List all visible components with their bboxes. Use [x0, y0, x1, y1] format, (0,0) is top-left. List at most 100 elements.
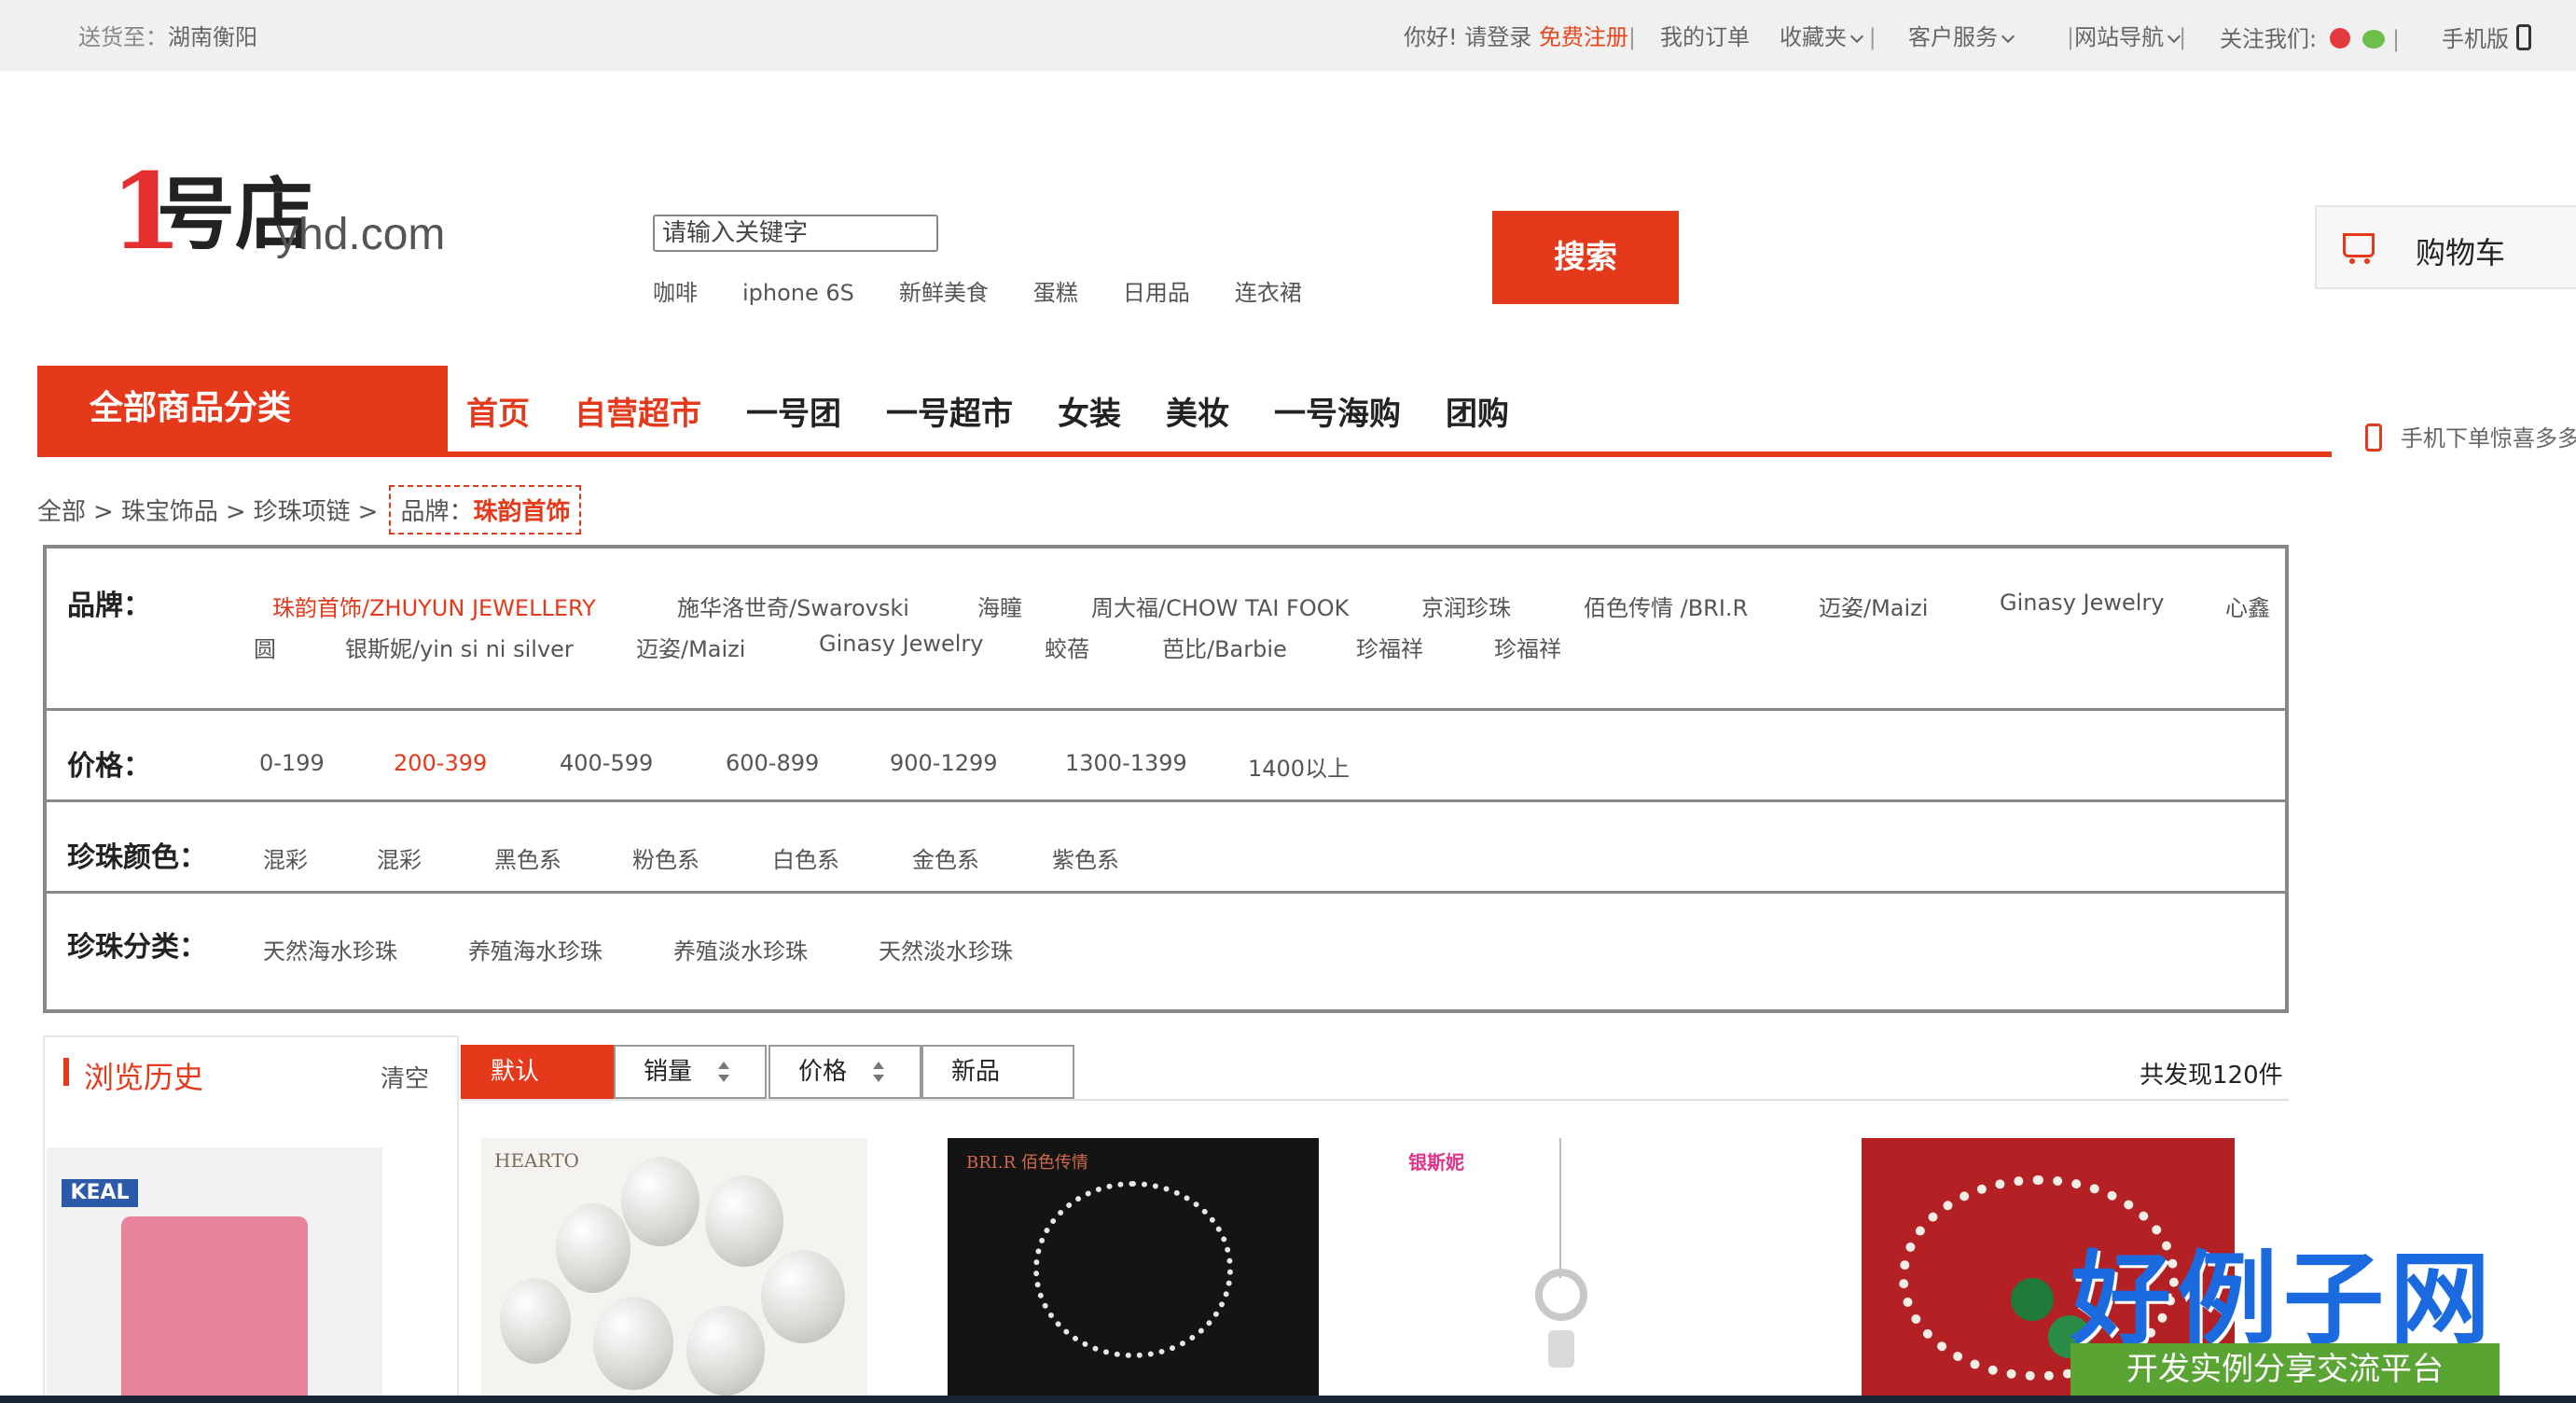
breadcrumb-item[interactable]: 珠宝饰品 [121, 498, 218, 526]
nav-link-supermarket[interactable]: 自营超市 [575, 388, 701, 434]
site-logo[interactable]: 1 号店 yhd.com [110, 160, 464, 300]
nav-link-home[interactable]: 首页 [466, 388, 530, 434]
color-option[interactable]: 粉色系 [632, 841, 699, 874]
color-option[interactable]: 混彩 [377, 841, 422, 874]
chevron-down-icon [1849, 29, 1864, 44]
filter-panel: 品牌： 珠韵首饰/ZHUYUN JEWELLERY 施华洛世奇/Swarovsk… [43, 545, 2289, 1013]
my-orders-link[interactable]: 我的订单 [1660, 19, 1750, 51]
hotword-link[interactable]: iphone 6S [742, 280, 854, 306]
nav-link-groupbuy[interactable]: 团购 [1446, 388, 1509, 434]
search-button[interactable]: 搜索 [1492, 211, 1679, 304]
color-filter-row: 珍珠颜色： 混彩 混彩 黑色系 粉色系 白色系 金色系 紫色系 [47, 802, 2285, 894]
color-option[interactable]: 混彩 [263, 841, 308, 874]
type-option[interactable]: 养殖海水珍珠 [468, 933, 602, 965]
weibo-icon[interactable] [2329, 28, 2350, 49]
brand-option[interactable]: 圆 [254, 631, 276, 663]
wechat-icon[interactable] [2362, 30, 2386, 49]
price-option[interactable]: 200-399 [394, 750, 487, 776]
color-option[interactable]: 黑色系 [494, 841, 561, 874]
favorites-menu[interactable]: 收藏夹 | [1780, 19, 1877, 51]
hotword-link[interactable]: 蛋糕 [1033, 274, 1078, 307]
sort-price-button[interactable]: 价格 [769, 1045, 921, 1099]
site-nav-menu[interactable]: |网站导航 | [2067, 19, 2186, 51]
thumb-product-image [121, 1216, 308, 1403]
brand-option[interactable]: 银斯妮/yin si ni silver [345, 631, 574, 663]
sort-sales-button[interactable]: 销量 [614, 1045, 767, 1099]
mobile-promo[interactable]: 手机下单惊喜多多 [2365, 420, 2576, 452]
result-count: 共发现120件 [2140, 1062, 2283, 1090]
price-option[interactable]: 600-899 [726, 750, 819, 776]
pearl-image [556, 1203, 630, 1293]
brand-option[interactable]: 珍福祥 [1494, 631, 1561, 663]
pearl-image [621, 1157, 699, 1246]
brand-option[interactable]: 珠韵首饰/ZHUYUN JEWELLERY [272, 590, 596, 622]
type-option[interactable]: 天然海水珍珠 [263, 933, 397, 965]
search-input[interactable] [653, 215, 938, 252]
brand-option[interactable]: Ginasy Jewelry [2000, 590, 2165, 616]
deliver-to[interactable]: 送货至：湖南衡阳 [78, 19, 257, 51]
color-option[interactable]: 紫色系 [1052, 841, 1119, 874]
nav-link-beauty[interactable]: 美妆 [1166, 388, 1229, 434]
sort-up-icon [873, 1062, 884, 1069]
color-option[interactable]: 金色系 [912, 841, 979, 874]
brand-option[interactable]: 珍福祥 [1356, 631, 1423, 663]
nav-link-women[interactable]: 女装 [1058, 388, 1121, 434]
login-link[interactable]: 你好! 请登录 [1404, 24, 1531, 50]
price-option[interactable]: 1300-1399 [1065, 750, 1187, 776]
brand-option[interactable]: 蛟蓓 [1045, 631, 1089, 663]
watermark-title: 好例子网 [2070, 1242, 2497, 1358]
bottom-border [0, 1396, 2576, 1403]
brand-option[interactable]: 施华洛世奇/Swarovski [677, 590, 909, 622]
product-brand: 银斯妮 [1408, 1151, 1464, 1174]
brand-option[interactable]: 京润珍珠 [1421, 590, 1511, 622]
product-card[interactable]: 银斯妮 [1399, 1138, 1699, 1403]
nav-link-yhd-market[interactable]: 一号超市 [886, 388, 1013, 434]
type-filter-label: 珍珠分类： [67, 931, 207, 964]
brand-option[interactable]: 迈姿/Maizi [636, 631, 745, 663]
register-link[interactable]: 免费注册 [1539, 24, 1628, 50]
brand-option[interactable]: 芭比/Barbie [1162, 631, 1287, 663]
history-thumbnail[interactable]: KEAL [47, 1147, 382, 1403]
nav-link-global[interactable]: 一号海购 [1274, 388, 1401, 434]
hotword-link[interactable]: 日用品 [1123, 274, 1190, 307]
all-categories-button[interactable]: 全部商品分类 [37, 366, 448, 451]
color-option[interactable]: 白色系 [772, 841, 839, 874]
clear-history-button[interactable]: 清空 [381, 1060, 429, 1094]
cart-button[interactable]: 购物车 [2315, 205, 2576, 289]
type-option[interactable]: 天然淡水珍珠 [879, 933, 1013, 965]
breadcrumb-item[interactable]: 珍珠项链 [254, 498, 351, 526]
deliver-city[interactable]: 湖南衡阳 [168, 24, 257, 50]
cart-icon [2343, 233, 2375, 264]
brand-option[interactable]: 心鑫 [2225, 590, 2270, 622]
sort-price-label: 价格 [798, 1058, 848, 1086]
price-option[interactable]: 900-1299 [890, 750, 998, 776]
price-option[interactable]: 400-599 [560, 750, 653, 776]
brand-option[interactable]: Ginasy Jewelry [819, 631, 984, 657]
sort-new-button[interactable]: 新品 [921, 1045, 1074, 1099]
type-filter-row: 珍珠分类： 天然海水珍珠 养殖海水珍珠 养殖淡水珍珠 天然淡水珍珠 [47, 894, 2285, 1009]
pearl-image [705, 1175, 783, 1267]
nav-underline [37, 451, 2332, 457]
customer-service-menu[interactable]: 客户服务 [1908, 19, 2015, 51]
product-card[interactable]: HEARTO [481, 1138, 867, 1403]
brand-filter-tag[interactable]: 品牌：珠韵首饰 [389, 485, 582, 535]
nav-links: 首页 自营超市 一号团 一号超市 女装 美妆 一号海购 团购 [466, 388, 1554, 434]
service-label: 客户服务 [1908, 24, 1998, 50]
nav-link-group[interactable]: 一号团 [746, 388, 841, 434]
hotword-link[interactable]: 新鲜美食 [899, 274, 989, 307]
promo-text: 手机下单惊喜多多 [2401, 425, 2576, 451]
type-option[interactable]: 养殖淡水珍珠 [673, 933, 808, 965]
pearl-image [761, 1250, 845, 1343]
product-card[interactable]: BRI.R 佰色传情 [948, 1138, 1319, 1403]
brand-option[interactable]: 周大福/CHOW TAI FOOK [1091, 590, 1349, 622]
breadcrumb-item[interactable]: 全部 [37, 498, 86, 526]
price-option[interactable]: 0-199 [259, 750, 325, 776]
brand-option[interactable]: 海瞳 [977, 590, 1022, 622]
brand-option[interactable]: 迈姿/Maizi [1819, 590, 1928, 622]
sort-default-button[interactable]: 默认 [461, 1045, 614, 1099]
hotword-link[interactable]: 连衣裙 [1235, 274, 1302, 307]
hotword-link[interactable]: 咖啡 [653, 274, 698, 307]
mobile-link[interactable]: 手机版 [2442, 21, 2531, 53]
brand-option[interactable]: 佰色传情 /BRI.R [1584, 590, 1748, 622]
price-option[interactable]: 1400以上 [1248, 750, 1350, 783]
